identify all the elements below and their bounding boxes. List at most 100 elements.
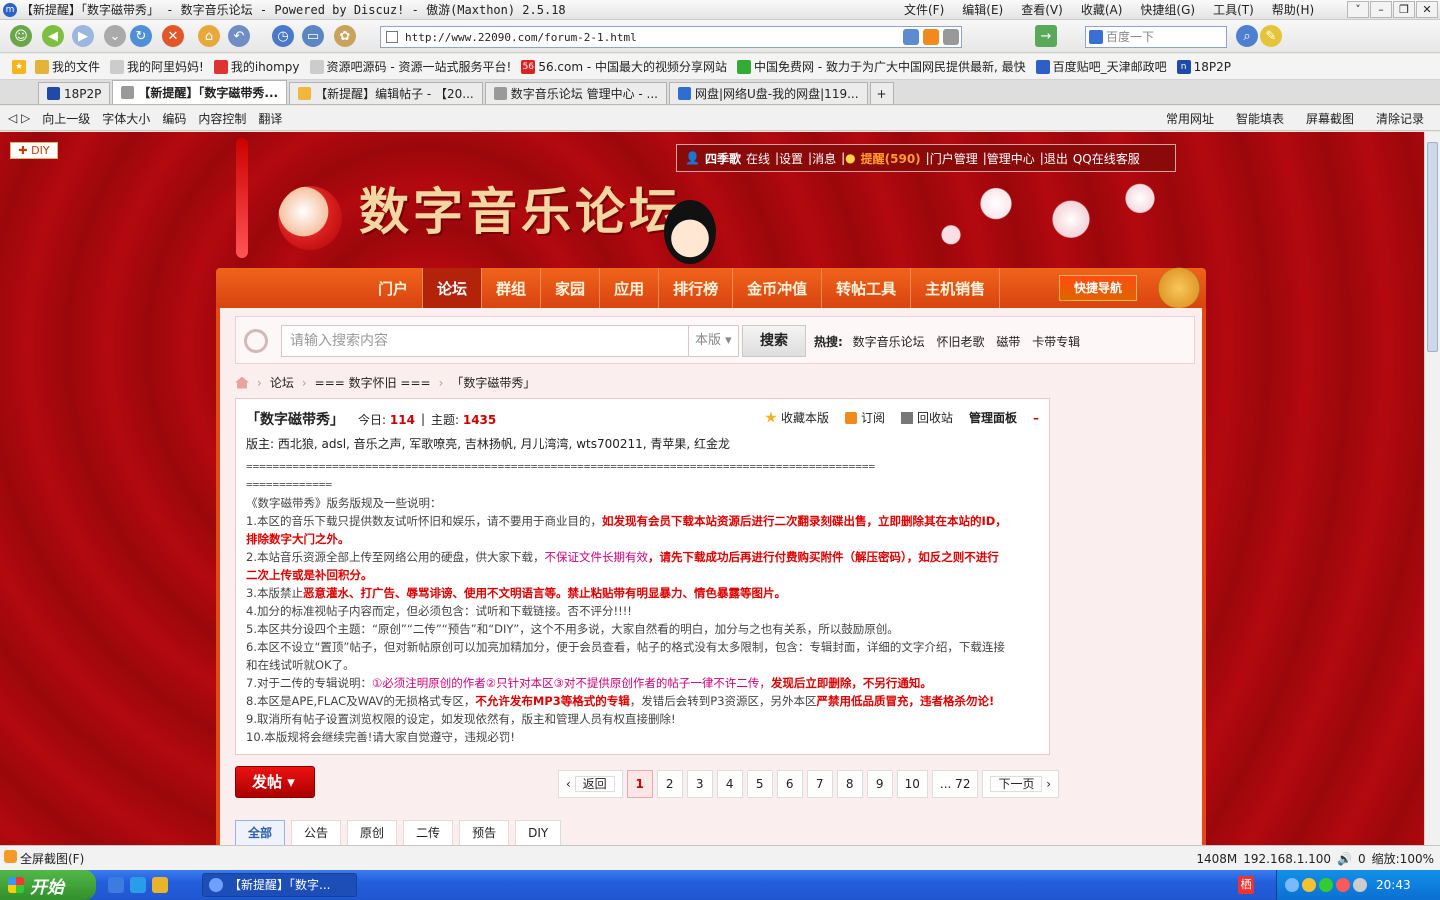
scrollbar-thumb[interactable] (1427, 142, 1438, 352)
refresh-icon[interactable]: ↻ (130, 25, 152, 47)
address-bar[interactable]: http://www.22090.com/forum-2-1.html (380, 26, 962, 48)
diy-button[interactable]: ✚ DIY (10, 142, 58, 159)
app-icon[interactable] (152, 877, 168, 893)
pager-page[interactable]: 8 (836, 770, 863, 798)
menu-view[interactable]: 查看(V) (1012, 2, 1072, 18)
content-control-button[interactable]: 内容控制 (198, 110, 246, 127)
menu-file[interactable]: 文件(F) (895, 2, 953, 18)
zoom-level[interactable]: 缩放:100% (1372, 850, 1434, 867)
rss-icon[interactable] (923, 29, 939, 45)
pager-page[interactable]: 5 (746, 770, 773, 798)
tab-preview[interactable]: 预告 (459, 820, 510, 845)
hot-search-item[interactable]: 卡带专辑 (1032, 335, 1080, 349)
home-icon[interactable]: ⌂ (198, 25, 220, 47)
collapse-icon[interactable]: – (1033, 411, 1039, 425)
fav-item[interactable]: 我的文件 (35, 58, 100, 75)
search-input[interactable]: 请输入搜索内容 (281, 325, 689, 357)
menu-help[interactable]: 帮助(H) (1263, 2, 1323, 18)
download-count[interactable]: 0 (1358, 852, 1366, 866)
vertical-scrollbar[interactable] (1424, 132, 1440, 845)
clock[interactable]: 20:43 (1376, 878, 1411, 892)
translate-button[interactable]: 翻译 (258, 110, 282, 127)
menu-favorites[interactable]: 收藏(A) (1072, 2, 1132, 18)
fav-item[interactable]: n 18P2P (1176, 59, 1231, 74)
home-icon[interactable] (235, 376, 249, 389)
logout-link[interactable]: 退出 (1044, 150, 1068, 167)
pager-page[interactable]: 9 (866, 770, 893, 798)
messages-link[interactable]: 消息 (812, 150, 836, 167)
nav-apps[interactable]: 应用 (600, 268, 660, 308)
hot-search-item[interactable]: 磁带 (996, 335, 1020, 349)
font-size-button[interactable]: 字体大小 (102, 110, 150, 127)
address-text[interactable]: http://www.22090.com/forum-2-1.html (405, 31, 637, 44)
recycle-bin-button[interactable]: 回收站 (900, 409, 953, 426)
pager-page[interactable]: 7 (806, 770, 833, 798)
fav-item[interactable]: 中国免费网 - 致力于为广大中国网民提供最新, 最快 (737, 58, 1026, 75)
common-sites-button[interactable]: 常用网址 (1166, 110, 1214, 127)
fav-item[interactable]: 百度贴吧_天津邮政吧 (1035, 58, 1167, 75)
online-status[interactable]: 在线 (746, 150, 770, 167)
close-button[interactable]: ✕ (1416, 1, 1438, 18)
highlight-icon[interactable]: ✎ (1260, 25, 1282, 47)
nav-groups[interactable]: 群组 (482, 268, 542, 308)
tray-misc-icon[interactable] (1353, 878, 1367, 892)
plugin-icon[interactable]: ✿ (334, 25, 356, 47)
breadcrumb-forum[interactable]: 论坛 (270, 374, 294, 391)
new-post-button[interactable]: 发帖 ▾ (235, 766, 315, 798)
tab-all[interactable]: 全部 (235, 820, 286, 845)
pager-page[interactable]: 6 (776, 770, 803, 798)
security-icon[interactable] (943, 29, 959, 45)
pager-back-button[interactable]: ‹ 返回 (558, 770, 623, 798)
nav-ranking[interactable]: 排行榜 (659, 268, 734, 308)
fav-item[interactable]: 56 56.com - 中国最大的视频分享网站 (521, 58, 727, 75)
undo-icon[interactable]: ↶ (228, 25, 250, 47)
start-button[interactable]: 开始 (0, 870, 96, 900)
ie-icon[interactable] (130, 877, 146, 893)
add-icon[interactable] (903, 29, 919, 45)
favorite-board-button[interactable]: 收藏本版 (765, 409, 829, 426)
site-logo[interactable]: 数字音乐论坛 (359, 172, 683, 244)
search-scope-select[interactable]: 本版 ▾ (689, 325, 739, 357)
admin-center-link[interactable]: 管理中心 (987, 150, 1035, 167)
pager-page[interactable]: 3 (686, 770, 713, 798)
manage-panel-button[interactable]: 管理面板 (969, 409, 1017, 426)
pager-page[interactable]: 2 (656, 770, 683, 798)
dropdown-icon[interactable]: ⌄ (104, 25, 126, 47)
tab-18p2p[interactable]: 18P2P (38, 82, 111, 104)
search-box[interactable]: 百度一下 (1085, 26, 1227, 48)
favorites-star-icon[interactable]: ★ (12, 59, 29, 74)
tab-admin[interactable]: 数字音乐论坛 管理中心 - ... (484, 82, 667, 104)
stop-icon[interactable]: ✕ (162, 25, 184, 47)
taskbar-window-button[interactable]: 【新提醒】「数字... (202, 873, 357, 897)
back-icon[interactable]: ◀ (42, 25, 64, 47)
hot-search-item[interactable]: 怀旧老歌 (936, 335, 984, 349)
subscribe-button[interactable]: 订阅 (844, 409, 885, 426)
tray-app-icon[interactable] (1319, 878, 1333, 892)
nav-home[interactable]: 家园 (541, 268, 601, 308)
user-icon[interactable]: ☺ (10, 25, 32, 47)
go-icon[interactable]: → (1035, 25, 1057, 47)
tab-edit-post[interactable]: 【新提醒】编辑帖子 - 【20... (289, 82, 483, 104)
pager-page[interactable]: 4 (716, 770, 743, 798)
nav-portal[interactable]: 门户 (364, 268, 424, 308)
fav-item[interactable]: 我的ihompy (213, 58, 300, 75)
pager-next-button[interactable]: 下一页 › (982, 770, 1060, 798)
nav-forum[interactable]: 论坛 (423, 268, 483, 308)
pager-page[interactable]: 1 (626, 770, 653, 798)
ime-icon[interactable]: 栖 (1238, 876, 1254, 894)
restore-button[interactable]: ❐ (1393, 1, 1415, 18)
nav-gold-recharge[interactable]: 金币冲值 (733, 268, 823, 308)
username-link[interactable]: 四季歌 (705, 152, 741, 166)
hot-search-item[interactable]: 数字音乐论坛 (853, 335, 925, 349)
notifications-link[interactable]: 提醒(590) (861, 150, 921, 167)
menu-groups[interactable]: 快捷组(G) (1131, 2, 1204, 18)
pager-page[interactable]: 10 (896, 770, 928, 798)
menu-edit[interactable]: 编辑(E) (953, 2, 1012, 18)
tab-announcement[interactable]: 公告 (291, 820, 342, 845)
nav-repost-tool[interactable]: 转帖工具 (822, 268, 912, 308)
tab-diy[interactable]: DIY (515, 820, 562, 845)
encoding-button[interactable]: 编码 (162, 110, 186, 127)
nav-host-sales[interactable]: 主机销售 (911, 268, 1001, 308)
volume-icon[interactable]: 🔊 (1337, 852, 1352, 866)
new-tab-button[interactable]: + (869, 82, 894, 104)
